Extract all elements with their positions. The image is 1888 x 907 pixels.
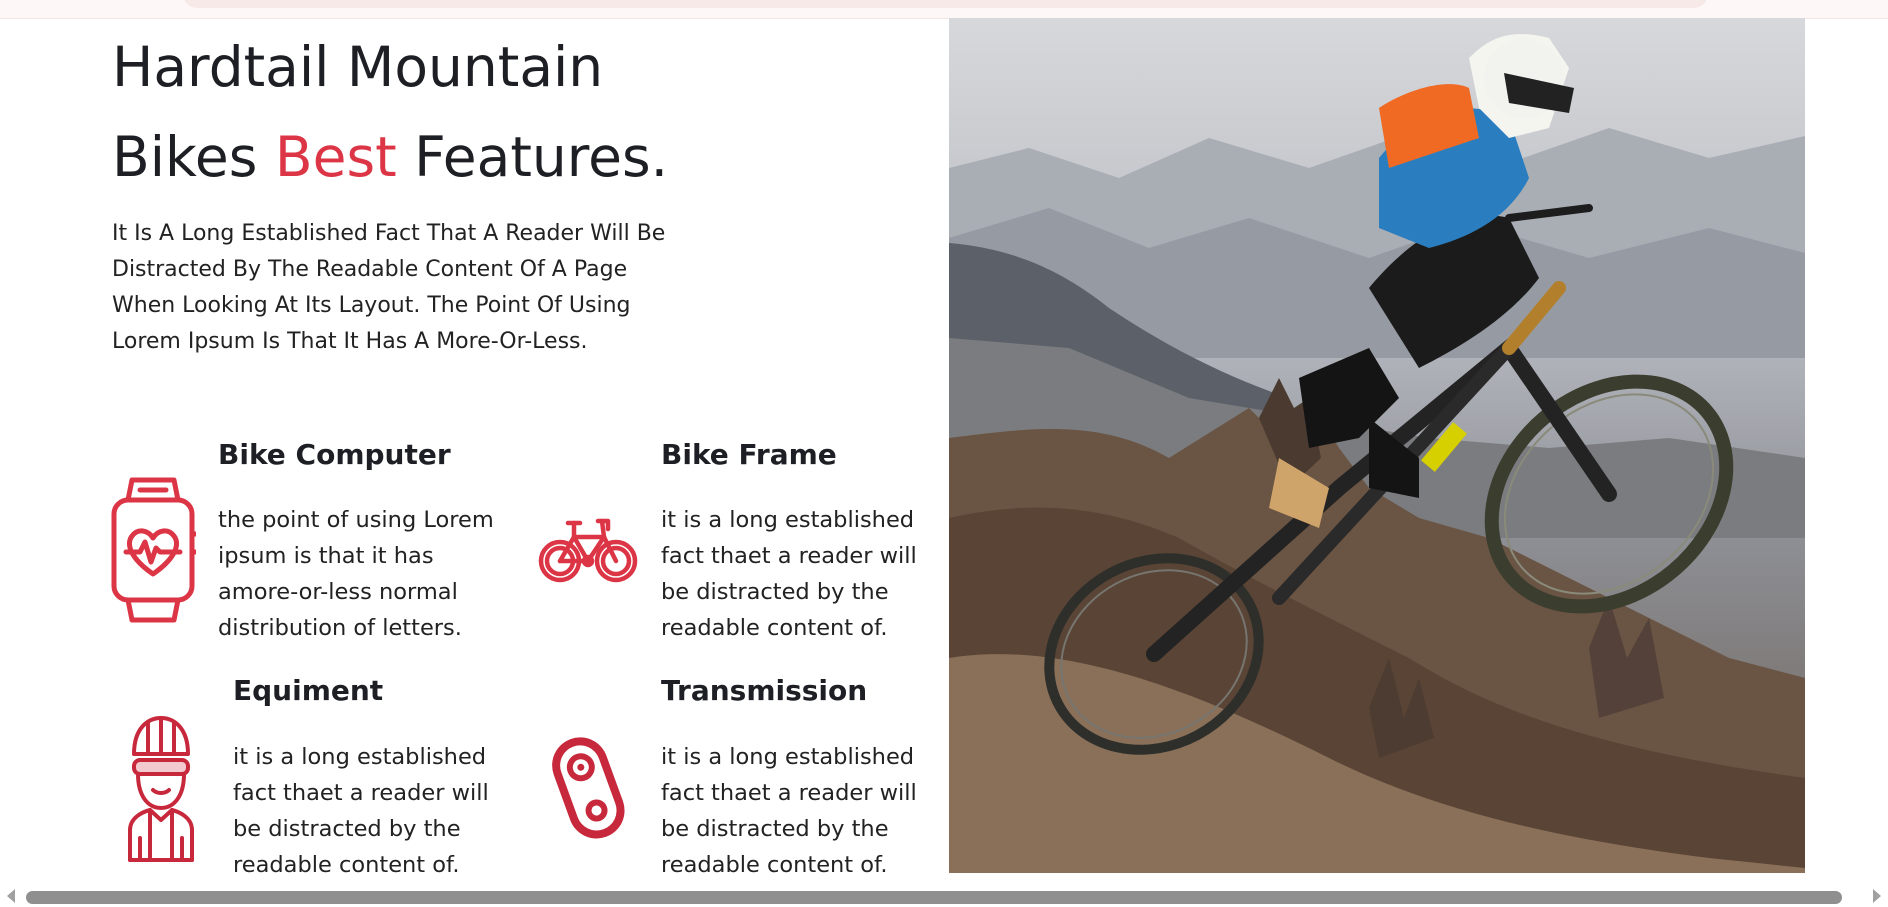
page-heading: Hardtail Mountain Bikes Best Features. bbox=[112, 22, 668, 202]
heading-line-1: Hardtail Mountain bbox=[112, 35, 604, 99]
heading-line-2-end: Features. bbox=[396, 125, 669, 189]
feature-text-transmission: it is a long established fact thaet a re… bbox=[661, 744, 917, 878]
heading-line-2-start: Bikes bbox=[112, 125, 275, 189]
feature-title-transmission: Transmission bbox=[661, 674, 868, 707]
feature-text-equiment: it is a long established fact thaet a re… bbox=[233, 744, 489, 878]
bicycle-icon bbox=[538, 518, 638, 583]
feature-title-equiment: Equiment bbox=[233, 674, 384, 707]
address-bar-edge bbox=[183, 0, 1708, 8]
heading-accent-word: Best bbox=[274, 125, 397, 189]
intro-paragraph: It Is A Long Established Fact That A Rea… bbox=[112, 221, 666, 354]
horizontal-scrollbar-thumb[interactable] bbox=[26, 891, 1842, 904]
browser-top-strip bbox=[0, 0, 1888, 19]
feature-text-bike-computer: the point of using Lorem ipsum is that i… bbox=[218, 507, 494, 641]
feature-title-bike-frame: Bike Frame bbox=[661, 438, 837, 471]
scroll-right-arrow-icon[interactable] bbox=[1873, 889, 1881, 903]
chain-transmission-icon bbox=[552, 737, 625, 839]
mountain-bike-rider-jump-image bbox=[949, 18, 1805, 873]
scroll-left-arrow-icon[interactable] bbox=[7, 889, 15, 903]
cyclist-helmet-icon bbox=[128, 716, 194, 862]
feature-text-bike-frame: it is a long established fact thaet a re… bbox=[661, 507, 917, 641]
smartwatch-heart-icon bbox=[111, 477, 196, 623]
feature-title-bike-computer: Bike Computer bbox=[218, 438, 451, 471]
